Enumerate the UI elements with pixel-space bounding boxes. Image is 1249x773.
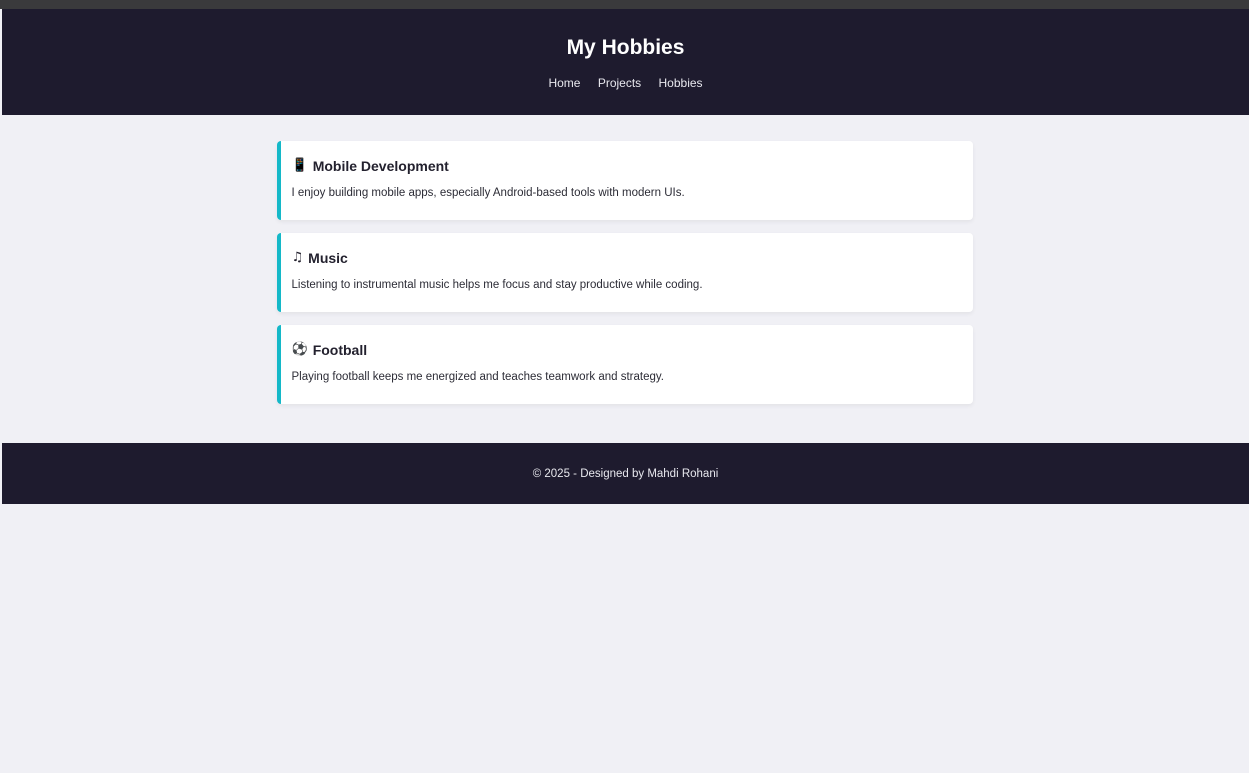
- nav-link-projects[interactable]: Projects: [598, 76, 641, 90]
- site-footer: © 2025 - Designed by Mahdi Rohani: [2, 443, 1249, 504]
- hobby-title-text: Football: [312, 342, 368, 358]
- hobby-description: Listening to instrumental music helps me…: [291, 279, 703, 291]
- nav-link-home[interactable]: Home: [548, 76, 580, 90]
- copyright-text: © 2025 - Designed by Mahdi Rohani: [532, 468, 719, 480]
- music-note-icon: ♫: [291, 250, 304, 265]
- hobby-title-text: Mobile Development: [312, 158, 449, 174]
- main-nav: Home Projects Hobbies: [2, 76, 1249, 90]
- hobby-card-mobile-development: 📱 Mobile Development I enjoy building mo…: [276, 141, 973, 220]
- hobby-description: Playing football keeps me energized and …: [291, 371, 664, 383]
- hobby-card-football: ⚽ Football Playing football keeps me ene…: [276, 325, 973, 404]
- site-header: My Hobbies Home Projects Hobbies: [2, 9, 1249, 115]
- hobby-title: 📱 Mobile Development: [292, 158, 973, 174]
- hobby-title: ⚽ Football: [292, 342, 973, 358]
- nav-link-hobbies[interactable]: Hobbies: [659, 76, 703, 90]
- page-title: My Hobbies: [566, 36, 685, 59]
- browser-top-strip: [0, 0, 1249, 9]
- soccer-ball-icon: ⚽: [291, 342, 308, 357]
- hobby-title-text: Music: [308, 250, 348, 266]
- hobby-description: I enjoy building mobile apps, especially…: [291, 187, 685, 199]
- mobile-phone-icon: 📱: [291, 158, 308, 173]
- hobby-title: ♫ Music: [292, 250, 973, 266]
- hobby-card-music: ♫ Music Listening to instrumental music …: [276, 233, 973, 312]
- page: My Hobbies Home Projects Hobbies 📱 Mobil…: [2, 9, 1249, 773]
- hobbies-list: 📱 Mobile Development I enjoy building mo…: [276, 141, 973, 404]
